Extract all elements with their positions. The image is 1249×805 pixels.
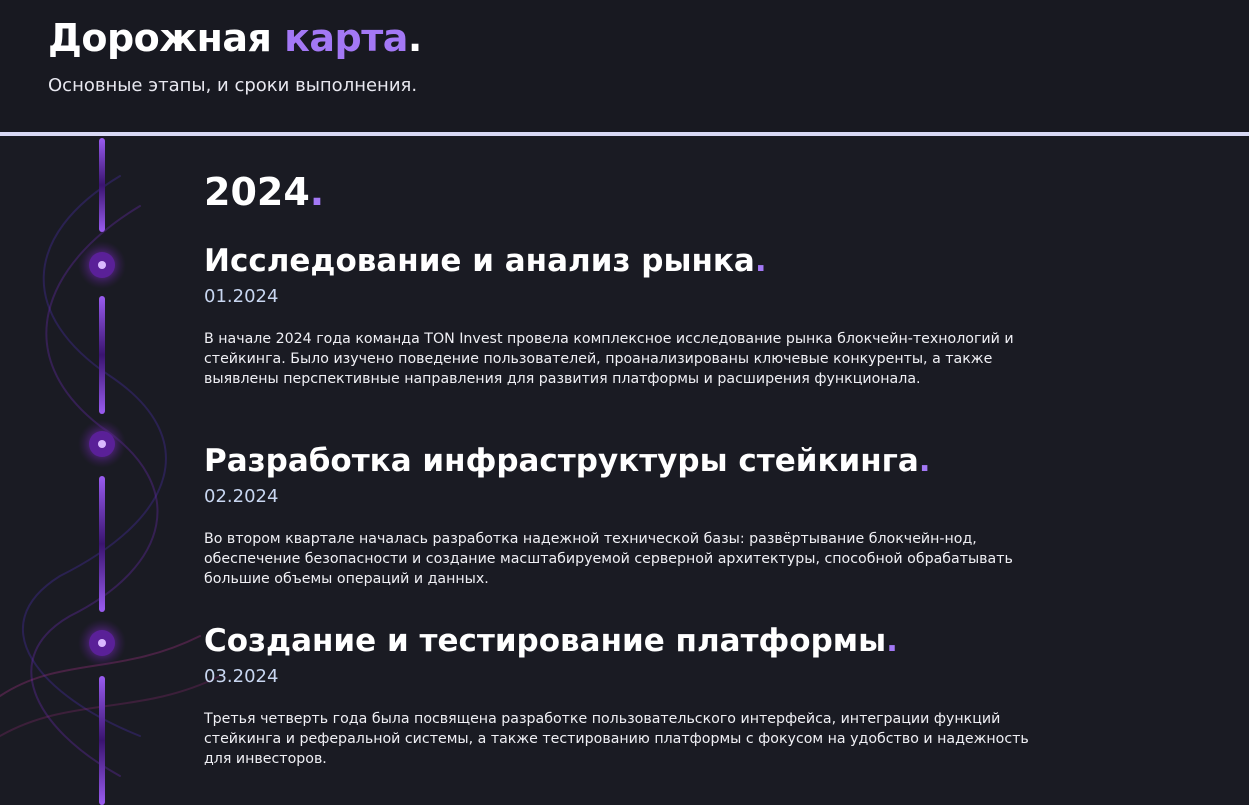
roadmap-item: Исследование и анализ рынка. 01.2024 В н… [204,243,1064,389]
timeline-bar [99,676,105,805]
timeline-graphic [0,138,220,805]
roadmap-year: 2024. [204,170,324,214]
roadmap-item-title: Создание и тестирование платформы. [204,623,1064,660]
title-dot: . [918,443,931,479]
roadmap-item-title-text: Разработка инфраструктуры стейкинга [204,443,919,479]
roadmap-item-description: Третья четверть года была посвящена разр… [204,711,1029,768]
roadmap-item-date: 01.2024 [204,286,279,308]
timeline-node [78,420,126,468]
page-subtitle: Основные этапы, и сроки выполнения. [48,75,418,96]
timeline-node [78,241,126,289]
page-title-accent: карта [284,16,408,60]
roadmap-item-description: В начале 2024 года команда TON Invest пр… [204,331,1014,388]
timeline-bar [99,296,105,414]
page-title-dot: . [407,16,422,60]
year-dot: . [309,170,325,214]
roadmap-item-date: 03.2024 [204,666,279,688]
page-title: Дорожная карта. [48,16,422,60]
roadmap-item-title-text: Исследование и анализ рынка [204,243,755,279]
page-header: Дорожная карта. Основные этапы, и сроки … [0,0,1249,132]
roadmap-item-date: 02.2024 [204,486,279,508]
roadmap-item: Создание и тестирование платформы. 03.20… [204,623,1064,769]
roadmap-item-title: Разработка инфраструктуры стейкинга. [204,443,1064,480]
timeline [0,136,220,805]
timeline-node [78,619,126,667]
roadmap-item-title-text: Создание и тестирование платформы [204,623,887,659]
timeline-bar [99,476,105,612]
roadmap-item: Разработка инфраструктуры стейкинга. 02.… [204,443,1064,589]
roadmap-item-description: Во втором квартале началась разработка н… [204,531,1013,588]
title-dot: . [754,243,767,279]
page-title-main: Дорожная [48,16,285,60]
title-dot: . [886,623,898,659]
timeline-bar [99,138,105,232]
year-label: 2024 [204,170,310,214]
roadmap-item-title: Исследование и анализ рынка. [204,243,1064,280]
